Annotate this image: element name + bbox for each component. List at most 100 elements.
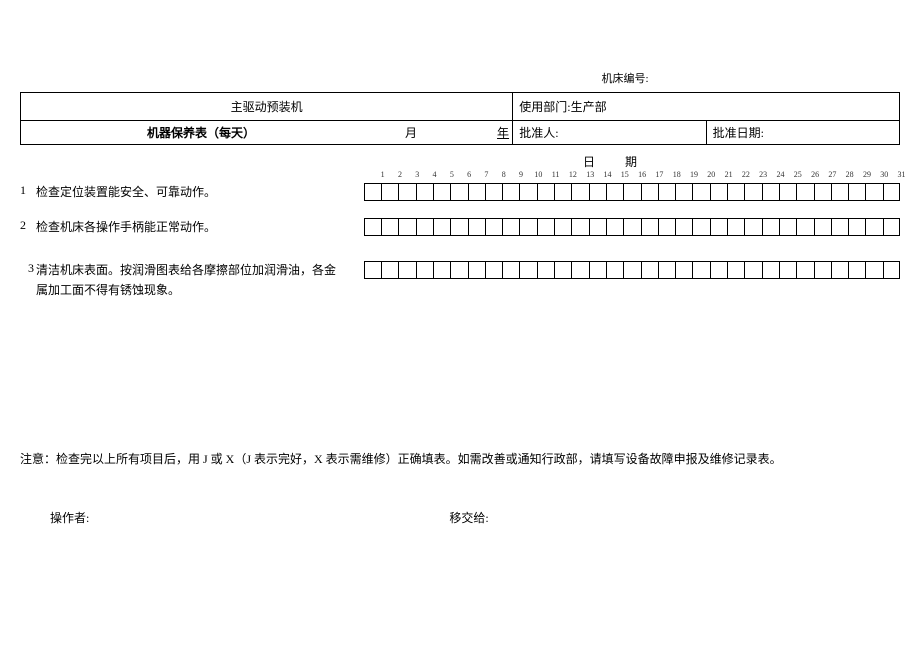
check-grid-cell[interactable] (468, 218, 485, 236)
check-grid-cell[interactable] (623, 183, 640, 201)
check-grid-cell[interactable] (814, 261, 831, 279)
check-grid-cell[interactable] (381, 218, 398, 236)
check-grid-cell[interactable] (364, 261, 381, 279)
check-grid-cell[interactable] (658, 183, 675, 201)
check-grid-cell[interactable] (364, 183, 381, 201)
check-grid-cell[interactable] (519, 218, 536, 236)
check-grid-cell[interactable] (779, 183, 796, 201)
day-number: 18 (668, 170, 685, 179)
check-grid-cell[interactable] (502, 218, 519, 236)
check-grid-cell[interactable] (606, 218, 623, 236)
check-grid-cell[interactable] (744, 218, 761, 236)
check-grid-cell[interactable] (537, 261, 554, 279)
approver-cell[interactable]: 批准人: (513, 121, 706, 145)
check-grid-cell[interactable] (589, 218, 606, 236)
check-grid-cell[interactable] (710, 183, 727, 201)
check-grid-cell[interactable] (468, 261, 485, 279)
check-grid-cell[interactable] (416, 218, 433, 236)
check-grid-cell[interactable] (848, 218, 865, 236)
check-grid-cell[interactable] (468, 183, 485, 201)
check-grid-cell[interactable] (606, 261, 623, 279)
check-grid-cell[interactable] (450, 218, 467, 236)
check-grid-cell[interactable] (865, 183, 882, 201)
check-grid-cell[interactable] (450, 261, 467, 279)
check-grid-cell[interactable] (883, 218, 900, 236)
check-grid-cell[interactable] (589, 183, 606, 201)
check-grid-cell[interactable] (692, 218, 709, 236)
check-grid-cell[interactable] (433, 261, 450, 279)
check-grid-cell[interactable] (831, 183, 848, 201)
check-grid-cell[interactable] (519, 261, 536, 279)
check-grid-cell[interactable] (364, 218, 381, 236)
check-grid-cell[interactable] (416, 261, 433, 279)
check-grid-cell[interactable] (502, 261, 519, 279)
check-grid-cell[interactable] (762, 261, 779, 279)
check-grid-cell[interactable] (675, 261, 692, 279)
check-grid-cell[interactable] (623, 261, 640, 279)
check-grid-cell[interactable] (779, 261, 796, 279)
check-grid-cell[interactable] (641, 183, 658, 201)
check-grid-cell[interactable] (883, 261, 900, 279)
check-grid-cell[interactable] (744, 261, 761, 279)
check-grid-cell[interactable] (762, 218, 779, 236)
check-grid-cell[interactable] (433, 183, 450, 201)
check-grid-cell[interactable] (710, 218, 727, 236)
check-grid-cell[interactable] (537, 183, 554, 201)
check-grid-cell[interactable] (762, 183, 779, 201)
check-grid-cell[interactable] (641, 218, 658, 236)
check-grid-cell[interactable] (796, 218, 813, 236)
check-grid-cell[interactable] (571, 183, 588, 201)
check-grid-cell[interactable] (641, 261, 658, 279)
check-grid-cell[interactable] (710, 261, 727, 279)
handover-label[interactable]: 移交给: (89, 509, 488, 526)
check-grid-cell[interactable] (398, 218, 415, 236)
approver-label: 批准人: (519, 126, 558, 140)
check-grid-cell[interactable] (727, 261, 744, 279)
check-grid-cell[interactable] (692, 183, 709, 201)
check-grid-cell[interactable] (519, 183, 536, 201)
check-grid-cell[interactable] (381, 261, 398, 279)
check-grid-cell[interactable] (796, 183, 813, 201)
check-grid-cell[interactable] (398, 183, 415, 201)
approve-date-cell[interactable]: 批准日期: (706, 121, 899, 145)
check-grid-cell[interactable] (779, 218, 796, 236)
check-grid-cell[interactable] (831, 261, 848, 279)
operator-label[interactable]: 操作者: (20, 509, 89, 526)
check-grid-cell[interactable] (485, 261, 502, 279)
check-grid-cell[interactable] (865, 261, 882, 279)
check-grid-cell[interactable] (675, 218, 692, 236)
check-grid-cell[interactable] (814, 183, 831, 201)
check-grid-cell[interactable] (398, 261, 415, 279)
check-grid-cell[interactable] (485, 183, 502, 201)
check-grid-cell[interactable] (606, 183, 623, 201)
check-grid-cell[interactable] (658, 261, 675, 279)
check-grid-cell[interactable] (727, 218, 744, 236)
check-grid-cell[interactable] (831, 218, 848, 236)
check-grid-cell[interactable] (554, 183, 571, 201)
check-grid-cell[interactable] (554, 218, 571, 236)
check-grid-cell[interactable] (883, 183, 900, 201)
check-grid-cell[interactable] (450, 183, 467, 201)
check-grid-cell[interactable] (675, 183, 692, 201)
check-grid-cell[interactable] (571, 261, 588, 279)
check-grid-cell[interactable] (416, 183, 433, 201)
check-grid-cell[interactable] (848, 183, 865, 201)
check-grid-cell[interactable] (554, 261, 571, 279)
check-grid-cell[interactable] (502, 183, 519, 201)
check-grid-cell[interactable] (744, 183, 761, 201)
check-grid-cell[interactable] (796, 261, 813, 279)
check-grid-cell[interactable] (814, 218, 831, 236)
check-grid-cell[interactable] (692, 261, 709, 279)
check-grid-cell[interactable] (865, 218, 882, 236)
check-grid-cell[interactable] (589, 261, 606, 279)
check-grid-cell[interactable] (433, 218, 450, 236)
check-grid-cell[interactable] (571, 218, 588, 236)
check-grid-cell[interactable] (658, 218, 675, 236)
check-grid-cell[interactable] (727, 183, 744, 201)
check-grid-cell[interactable] (381, 183, 398, 201)
check-grid-cell[interactable] (848, 261, 865, 279)
check-grid-cell[interactable] (485, 218, 502, 236)
check-grid-cell[interactable] (537, 218, 554, 236)
day-number: 24 (772, 170, 789, 179)
check-grid-cell[interactable] (623, 218, 640, 236)
